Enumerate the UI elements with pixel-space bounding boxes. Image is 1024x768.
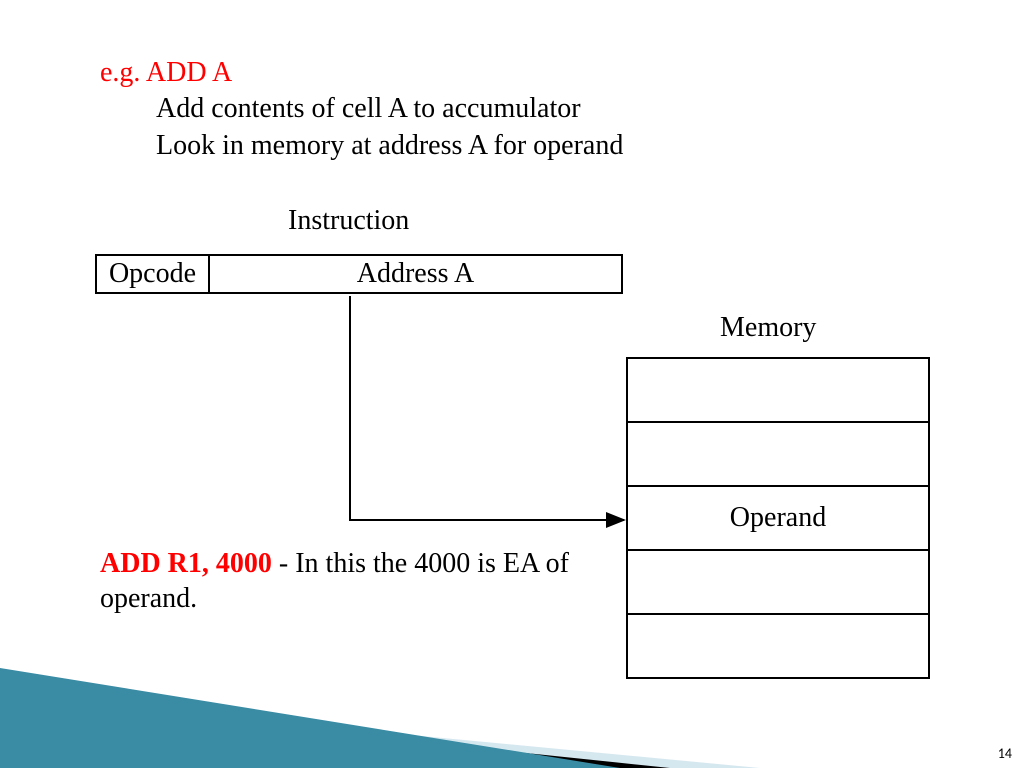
opcode-cell: Opcode xyxy=(97,256,210,292)
example-line2: Add contents of cell A to accumulator xyxy=(100,91,623,127)
eg-prefix: e.g. xyxy=(100,57,140,88)
memory-title: Memory xyxy=(720,312,816,344)
memory-box: Operand xyxy=(626,357,930,679)
example-header: e.g. ADD A Add contents of cell A to acc… xyxy=(100,55,623,164)
bottom-explanation: ADD R1, 4000 - In this the 4000 is EA of… xyxy=(100,546,600,616)
memory-cell-4 xyxy=(628,615,928,677)
slide: e.g. ADD A Add contents of cell A to acc… xyxy=(0,0,1024,768)
page-number: 14 xyxy=(998,745,1012,762)
memory-cell-3 xyxy=(628,551,928,615)
instruction-title: Instruction xyxy=(288,205,409,237)
address-cell: Address A xyxy=(210,256,621,292)
bottom-red: ADD R1, 4000 xyxy=(100,548,272,579)
memory-cell-operand: Operand xyxy=(628,487,928,551)
example-line1: e.g. ADD A xyxy=(100,55,623,91)
example-line3: Look in memory at address A for operand xyxy=(100,128,623,164)
eg-cmd: ADD A xyxy=(140,57,232,88)
memory-cell-0 xyxy=(628,359,928,423)
instruction-box: Opcode Address A xyxy=(95,254,623,294)
memory-cell-1 xyxy=(628,423,928,487)
decor-triangle-teal xyxy=(0,668,620,768)
